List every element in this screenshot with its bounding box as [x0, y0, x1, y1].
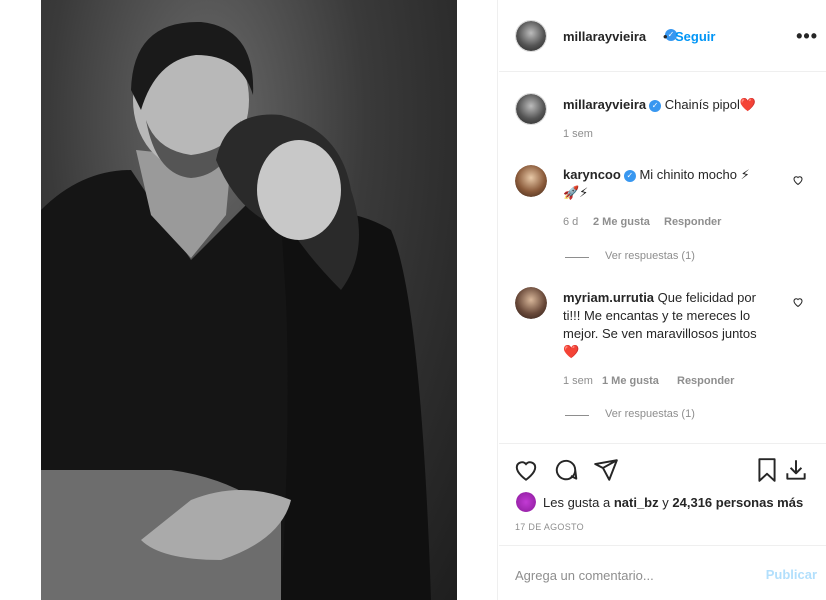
comment-body: Mi chinito mocho ⚡ [639, 167, 750, 182]
comment-icon[interactable] [553, 457, 579, 483]
replies-divider [565, 257, 589, 258]
comment-composer: Publicar [499, 545, 826, 600]
heart-emoji: ❤️ [563, 344, 580, 359]
author-avatar[interactable] [515, 20, 547, 52]
post-date[interactable]: 17 DE AGOSTO [515, 522, 584, 532]
post-header: millarayvieira ✓ • Seguir ••• [499, 0, 826, 72]
comment-like-heart-icon[interactable] [792, 296, 804, 308]
comment-body-line2: 🚀⚡ [563, 185, 589, 200]
caption-avatar[interactable] [515, 93, 547, 125]
caption-text: millarayvieira ✓ Chainís pipol❤️ [563, 96, 756, 114]
comment-text: myriam.urrutia Que felicidad por ti!!! M… [563, 289, 788, 361]
comment-avatar[interactable] [515, 287, 547, 319]
comment-time[interactable]: 1 sem [563, 375, 593, 387]
comment-text: karyncoo ✓ Mi chinito mocho ⚡ 🚀⚡ [563, 166, 783, 202]
verified-badge-icon: ✓ [649, 99, 662, 112]
heart-emoji: ❤️ [739, 97, 757, 112]
comment-body: Que felicidad por [657, 290, 756, 305]
caption-body: Chainís pipol [664, 97, 740, 112]
likes-summary: Les gusta a nati_bz y 24,316 personas má… [543, 495, 803, 510]
likes-connector: y [662, 495, 669, 510]
comment-username[interactable]: karyncoo [563, 167, 621, 182]
photo-panel [0, 0, 498, 600]
comment-body-line3: mejor. Se ven maravillosos juntos [563, 326, 757, 341]
comment-body-line2: ti!!! Me encantas y te mereces lo [563, 308, 751, 323]
paper-plane-icon[interactable] [593, 457, 619, 483]
follow-button[interactable]: Seguir [675, 29, 715, 44]
caption-time[interactable]: 1 sem [563, 128, 593, 140]
replies-divider [565, 415, 589, 416]
comment-likes[interactable]: 2 Me gusta [593, 216, 650, 228]
post-sidebar: millarayvieira ✓ • Seguir ••• millarayvi… [499, 0, 826, 600]
post-photo[interactable] [41, 0, 457, 600]
reply-button[interactable]: Responder [677, 375, 734, 387]
post-actions: Les gusta a nati_bz y 24,316 personas má… [499, 443, 826, 545]
comment-input[interactable] [515, 566, 755, 584]
publish-button[interactable]: Publicar [766, 567, 817, 582]
author-username[interactable]: millarayvieira [563, 29, 646, 44]
comments-section[interactable]: millarayvieira ✓ Chainís pipol❤️ 1 sem ka… [499, 73, 826, 443]
comment-like-heart-icon[interactable] [792, 174, 804, 186]
verified-badge-icon: ✓ [623, 169, 636, 182]
view-replies-button[interactable]: Ver respuestas (1) [605, 250, 695, 262]
caption-username[interactable]: millarayvieira [563, 97, 646, 112]
comment-username[interactable]: myriam.urrutia [563, 290, 654, 305]
likes-count[interactable]: 24,316 personas más [672, 495, 803, 510]
dot-separator: • [663, 29, 668, 44]
reply-button[interactable]: Responder [664, 216, 721, 228]
comment-time[interactable]: 6 d [563, 216, 578, 228]
comment-avatar[interactable] [515, 165, 547, 197]
comment-likes[interactable]: 1 Me gusta [602, 375, 659, 387]
download-icon[interactable] [783, 457, 809, 483]
likes-prefix: Les gusta a [543, 495, 611, 510]
bookmark-icon[interactable] [754, 457, 780, 483]
heart-icon[interactable] [513, 457, 539, 483]
photo-illustration [41, 21, 431, 600]
liker-username[interactable]: nati_bz [614, 495, 659, 510]
view-replies-button[interactable]: Ver respuestas (1) [605, 408, 695, 420]
more-options-icon[interactable]: ••• [796, 26, 818, 47]
liker-avatar[interactable] [516, 492, 536, 512]
